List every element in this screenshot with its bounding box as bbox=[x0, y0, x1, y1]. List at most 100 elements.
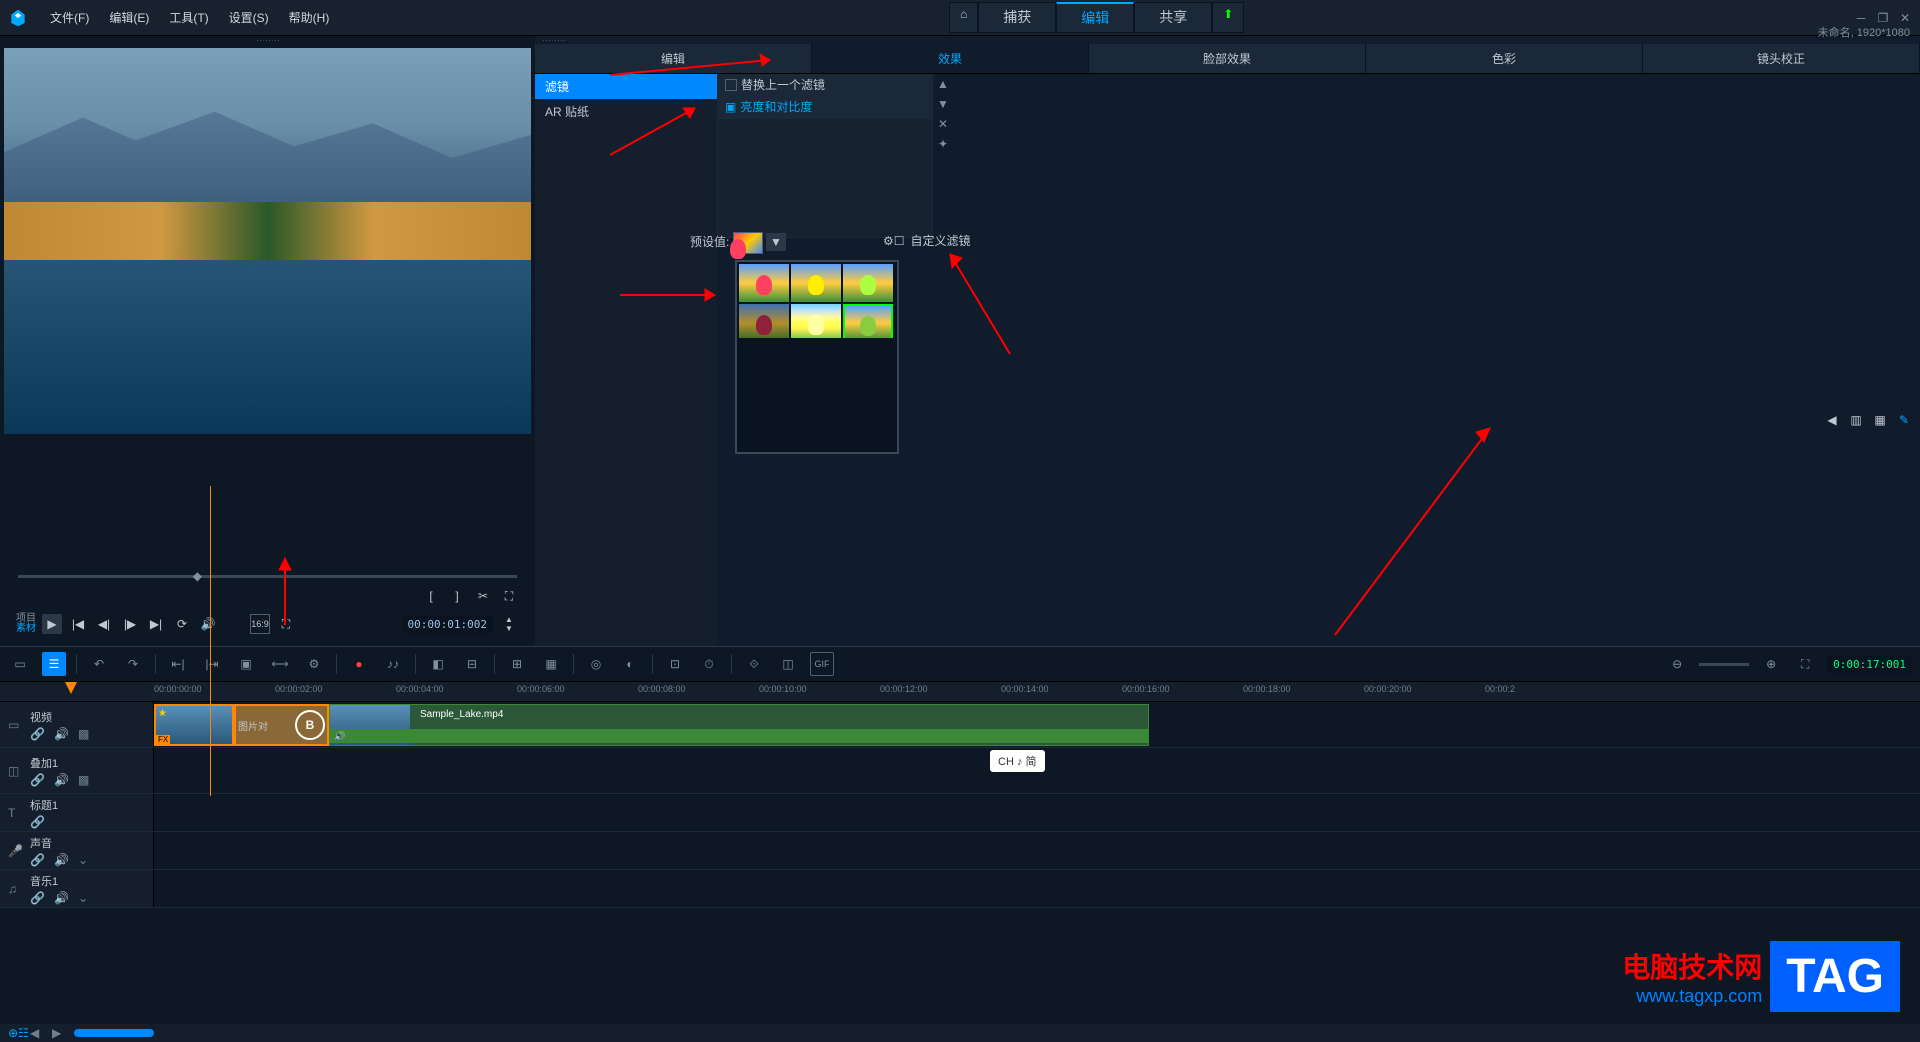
zoom-out-icon[interactable]: ⊖ bbox=[1665, 652, 1689, 676]
filter-cat-filter[interactable]: 滤镜 bbox=[535, 74, 717, 99]
timeline-scrollbar[interactable]: ⊕☷ ◀ ▶ bbox=[0, 1024, 1920, 1042]
clip-sample-lake[interactable]: 🔊 Sample_Lake.mp4 bbox=[329, 704, 1149, 746]
preset-thumb-4[interactable] bbox=[739, 304, 789, 342]
loop-icon[interactable]: ⟳ bbox=[172, 614, 192, 634]
preset-thumb-2[interactable] bbox=[791, 264, 841, 302]
undo-icon[interactable]: ↶ bbox=[87, 652, 111, 676]
favorite-icon[interactable]: ✦ bbox=[935, 136, 951, 152]
play-button[interactable]: ▶ bbox=[42, 614, 62, 634]
mute-icon[interactable]: 🔊 bbox=[54, 853, 68, 867]
link-icon[interactable]: 🔗 bbox=[30, 815, 44, 829]
menu-edit[interactable]: 编辑(E) bbox=[99, 5, 159, 30]
link-icon[interactable]: 🔗 bbox=[30, 853, 44, 867]
zoom-fit-icon[interactable]: ⛶ bbox=[1793, 652, 1817, 676]
tool-multitrim-icon[interactable]: ⊞ bbox=[505, 652, 529, 676]
preview-timecode[interactable]: 00:00:01:002 bbox=[402, 616, 493, 633]
tool-gif-icon[interactable]: GIF bbox=[810, 652, 834, 676]
preset-dropdown-icon[interactable]: ▼ bbox=[766, 233, 786, 251]
zoom-in-icon[interactable]: ⊕ bbox=[1759, 652, 1783, 676]
lock-icon[interactable]: ▩ bbox=[78, 773, 92, 787]
close-icon[interactable]: ✕ bbox=[1898, 11, 1912, 25]
tool-trim-out-icon[interactable]: |⇥ bbox=[200, 652, 224, 676]
menu-tools[interactable]: 工具(T) bbox=[159, 5, 218, 30]
upload-icon[interactable]: ⬆ bbox=[1212, 2, 1244, 33]
redo-icon[interactable]: ↷ bbox=[121, 652, 145, 676]
menu-help[interactable]: 帮助(H) bbox=[279, 5, 340, 30]
panel-edit-icon[interactable]: ✎ bbox=[1894, 410, 1914, 430]
option-brightness-contrast[interactable]: ▣ 亮度和对比度 bbox=[717, 96, 933, 118]
tool-chapter-icon[interactable]: ◧ bbox=[426, 652, 450, 676]
preset-thumb-6[interactable] bbox=[843, 304, 893, 342]
expand-track-icon[interactable]: ⌄ bbox=[78, 853, 92, 867]
drag-handle-icon[interactable] bbox=[535, 36, 1920, 44]
prev-frame-icon[interactable]: ◀| bbox=[94, 614, 114, 634]
option-replace-last[interactable]: 替换上一个滤镜 bbox=[717, 74, 933, 96]
tool-trim-in-icon[interactable]: ⇤| bbox=[166, 652, 190, 676]
scroll-left-icon[interactable]: ◀ bbox=[30, 1026, 44, 1040]
tool-record-icon[interactable]: ● bbox=[347, 652, 371, 676]
preset-current-thumb[interactable] bbox=[733, 232, 763, 254]
menu-file[interactable]: 文件(F) bbox=[40, 5, 99, 30]
link-icon[interactable]: 🔗 bbox=[30, 891, 44, 905]
move-down-icon[interactable]: ▼ bbox=[935, 96, 951, 112]
menu-settings[interactable]: 设置(S) bbox=[219, 5, 279, 30]
mute-icon[interactable]: 🔊 bbox=[54, 773, 68, 787]
tool-track-motion-icon[interactable]: ◎ bbox=[584, 652, 608, 676]
tool-subtitle-icon[interactable]: ⊟ bbox=[460, 652, 484, 676]
volume-icon[interactable]: 🔊 bbox=[198, 614, 218, 634]
scroll-right-icon[interactable]: ▶ bbox=[52, 1026, 66, 1040]
panel-layout1-icon[interactable]: ▥ bbox=[1846, 410, 1866, 430]
mark-out-icon[interactable]: ] bbox=[447, 586, 467, 606]
tool-3d-icon[interactable]: ◫ bbox=[776, 652, 800, 676]
timecode-stepper-icon[interactable]: ▲▼ bbox=[499, 614, 519, 634]
custom-filter-button[interactable]: ⚙☐ 自定义滤镜 bbox=[883, 232, 971, 249]
panel-layout2-icon[interactable]: ▦ bbox=[1870, 410, 1890, 430]
preset-thumb-1[interactable] bbox=[739, 264, 789, 302]
tool-options-icon[interactable]: ⚙ bbox=[302, 652, 326, 676]
tab-capture[interactable]: 捕获 bbox=[978, 2, 1056, 33]
add-track-icon[interactable]: ⊕☷ bbox=[8, 1026, 22, 1040]
tool-grid-icon[interactable]: ▦ bbox=[539, 652, 563, 676]
link-icon[interactable]: 🔗 bbox=[30, 727, 44, 741]
tool-split-icon[interactable]: ⟷ bbox=[268, 652, 292, 676]
effect-tab-effect[interactable]: 效果 bbox=[812, 44, 1089, 73]
mute-icon[interactable]: 🔊 bbox=[54, 891, 68, 905]
go-end-icon[interactable]: ▶| bbox=[146, 614, 166, 634]
zoom-slider[interactable] bbox=[1699, 663, 1749, 666]
cut-icon[interactable]: ✂ bbox=[473, 586, 493, 606]
playhead-icon[interactable] bbox=[65, 682, 77, 694]
go-start-icon[interactable]: |◀ bbox=[68, 614, 88, 634]
timeline-ruler[interactable]: 00:00:00:00 00:00:02:00 00:00:04:00 00:0… bbox=[0, 682, 1920, 702]
effect-tab-lens[interactable]: 镜头校正 bbox=[1643, 44, 1920, 73]
preset-thumb-5[interactable] bbox=[791, 304, 841, 342]
panel-collapse-icon[interactable]: ◀ bbox=[1822, 410, 1842, 430]
storyboard-view-icon[interactable]: ▭ bbox=[8, 652, 32, 676]
remove-filter-icon[interactable]: ✕ bbox=[935, 116, 951, 132]
scrubber-marker-icon[interactable]: ◆ bbox=[193, 569, 202, 583]
tool-mixer-icon[interactable]: ♪♪ bbox=[381, 652, 405, 676]
tab-edit[interactable]: 编辑 bbox=[1056, 2, 1134, 33]
mode-clip-label[interactable]: 素材 bbox=[16, 624, 36, 634]
minimize-icon[interactable]: ─ bbox=[1854, 11, 1868, 25]
tool-speed-icon[interactable]: ⏱ bbox=[697, 652, 721, 676]
maximize-icon[interactable]: ❐ bbox=[1876, 11, 1890, 25]
effect-tab-face[interactable]: 脸部效果 bbox=[1089, 44, 1366, 73]
clip-image-1[interactable]: ★ FX bbox=[154, 704, 234, 746]
tool-mask-icon[interactable]: ◐ bbox=[618, 652, 642, 676]
next-frame-icon[interactable]: |▶ bbox=[120, 614, 140, 634]
mute-icon[interactable]: 🔊 bbox=[54, 727, 68, 741]
lock-icon[interactable]: ▩ bbox=[78, 727, 92, 741]
preset-thumb-3[interactable] bbox=[843, 264, 893, 302]
timeline-timecode[interactable]: 0:00:17:001 bbox=[1827, 656, 1912, 673]
move-up-icon[interactable]: ▲ bbox=[935, 76, 951, 92]
effect-tab-edit[interactable]: 编辑 bbox=[535, 44, 812, 73]
home-button[interactable]: ⌂ bbox=[949, 2, 978, 33]
effect-tab-color[interactable]: 色彩 bbox=[1366, 44, 1643, 73]
fullscreen-icon[interactable]: ⛶ bbox=[276, 614, 296, 634]
checkbox-icon[interactable] bbox=[725, 79, 737, 91]
tool-pan-zoom-icon[interactable]: ⊡ bbox=[663, 652, 687, 676]
scroll-thumb[interactable] bbox=[74, 1029, 154, 1037]
expand-track-icon[interactable]: ⌄ bbox=[78, 891, 92, 905]
preview-viewport[interactable] bbox=[4, 48, 531, 434]
tab-share[interactable]: 共享 bbox=[1134, 2, 1212, 33]
